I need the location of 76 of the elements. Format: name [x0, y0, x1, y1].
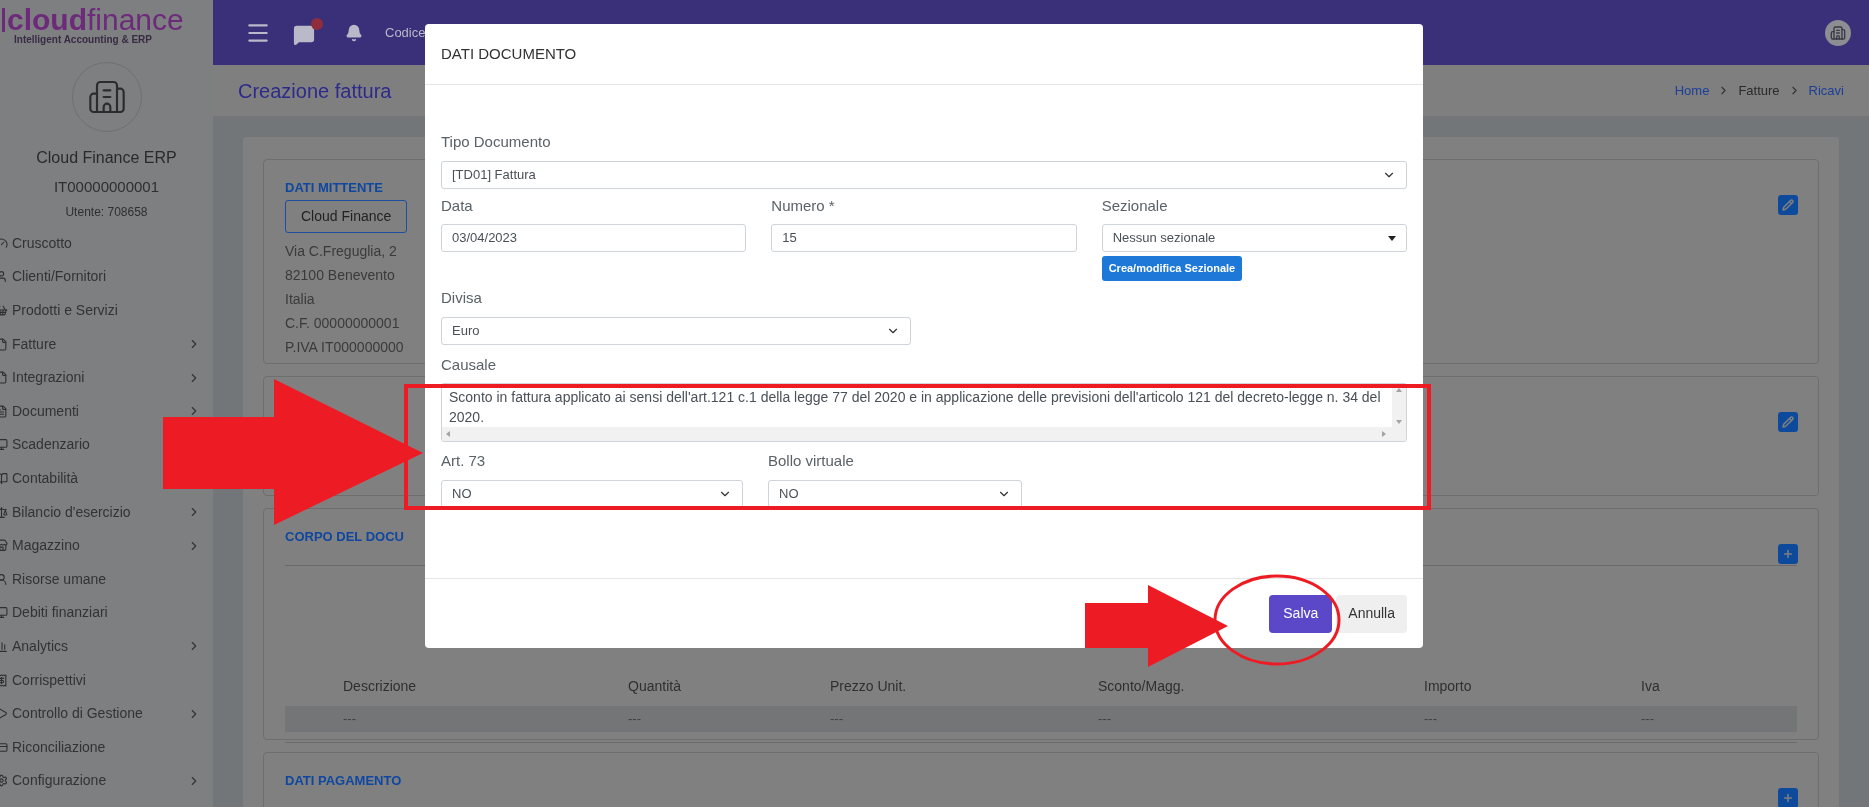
textarea-field[interactable]: Sconto in fattura applicato ai sensi dell'art.121 c.1 della legge 77 del 2020 e in applicazione delle previsioni dell'articolo 121 del decreto-legge n. 34 del 2020.: [441, 383, 1407, 442]
crea-sezionale-button[interactable]: Crea/modifica Sezionale: [1101, 256, 1243, 281]
caret-icon: [1388, 235, 1396, 241]
sidebar-item[interactable]: Configurazione: [12, 770, 107, 792]
company-avatar[interactable]: [1825, 19, 1851, 46]
field-label: Bollo virtuale: [768, 451, 855, 471]
table-cell-text: ---: [830, 709, 844, 728]
topbar-text: Codice: [385, 23, 426, 42]
breadcrumb-link[interactable]: Home: [1674, 80, 1710, 101]
brand-tagline: Intelligent Accounting & ERP: [13, 35, 153, 45]
sidebar-item[interactable]: Scadenzario: [12, 434, 90, 456]
table-cell-text: ---: [1641, 709, 1655, 728]
address-line: 82100 Benevento: [285, 265, 395, 285]
column-header: Quantità: [628, 676, 682, 696]
section-title: DATI MITTENTE: [285, 179, 384, 197]
select-field[interactable]: Euro: [441, 316, 911, 345]
sidebar-item[interactable]: Cruscotto: [12, 232, 72, 254]
field-label: Divisa: [441, 288, 483, 308]
field-label: Tipo Documento: [441, 132, 552, 152]
section-title: DATI PAGAMENTO: [285, 772, 403, 790]
table-cell-text: ---: [1424, 709, 1438, 728]
logo-bar-icon: [2, 8, 5, 32]
sidebar-item[interactable]: Contabilità: [12, 467, 79, 489]
sidebar-item[interactable]: Controllo di Gestione: [12, 703, 143, 725]
column-header: Prezzo Unit.: [830, 676, 908, 696]
sidebar-item[interactable]: Debiti finanziari: [12, 602, 108, 624]
sidebar-item[interactable]: Fatture: [12, 333, 57, 355]
sidebar-item[interactable]: Magazzino: [12, 535, 80, 557]
select-field[interactable]: [TD01] Fattura: [441, 160, 1407, 189]
select-field[interactable]: NO: [441, 479, 743, 508]
table-cell-text: ---: [343, 709, 357, 728]
field-label: Data: [441, 195, 474, 216]
save-button[interactable]: Salva: [1269, 594, 1333, 633]
sidebar-item[interactable]: Integrazioni: [12, 367, 85, 389]
bell-icon[interactable]: [345, 23, 363, 42]
sidebar-item[interactable]: Prodotti e Servizi: [12, 300, 118, 321]
sender-button[interactable]: Cloud Finance: [285, 199, 408, 233]
select-field[interactable]: Nessun sezionale: [1101, 224, 1407, 252]
chat-icon[interactable]: [293, 17, 323, 48]
field-label: Causale: [441, 354, 498, 375]
sidebar-item[interactable]: Risorse umane: [12, 568, 107, 590]
breadcrumb-item: Fatture: [1738, 81, 1780, 100]
column-header: Descrizione: [343, 676, 418, 696]
input-field[interactable]: 03/04/2023: [441, 224, 747, 252]
column-header: Sconto/Magg.: [1098, 676, 1186, 696]
column-header: Importo: [1424, 676, 1473, 696]
modal-title: DATI DOCUMENTO: [441, 43, 577, 64]
sidebar-item[interactable]: Bilancio d'esercizio: [12, 501, 131, 523]
sidebar-item[interactable]: Analytics: [12, 635, 69, 657]
sidebar-item[interactable]: Clienti/Fornitori: [12, 266, 107, 288]
company-name: Cloud Finance ERP: [36, 148, 177, 168]
breadcrumb-link[interactable]: Ricavi: [1808, 80, 1844, 101]
sidebar-item[interactable]: Corrispettivi: [12, 669, 86, 691]
column-header: Iva: [1641, 676, 1661, 696]
field-label: Numero *: [771, 195, 836, 216]
input-field[interactable]: 15: [771, 224, 1077, 252]
edit-icon[interactable]: [1778, 195, 1798, 215]
table-cell-text: ---: [1098, 709, 1112, 728]
select-field[interactable]: NO: [768, 479, 1022, 508]
field-label: Sezionale: [1101, 195, 1169, 216]
table-cell-text: ---: [628, 709, 642, 728]
field-label: Art. 73: [441, 451, 487, 471]
edit-icon[interactable]: [1778, 412, 1798, 432]
address-line: C.F. 00000000001: [285, 313, 400, 333]
page-title: Creazione fattura: [238, 78, 392, 104]
cancel-button[interactable]: Annulla: [1336, 594, 1407, 633]
company-vat: IT00000000001: [53, 177, 160, 197]
brand-logo: cloudfinance: [2, 5, 213, 35]
address-line: Italia: [285, 289, 315, 309]
sidebar-item[interactable]: Riconciliazione: [12, 736, 106, 758]
section-title: CORPO DEL DOCU: [285, 528, 405, 546]
user-id: Utente: 708658: [65, 203, 148, 221]
address-line: Via C.Freguglia, 2: [285, 241, 397, 261]
address-line: P.IVA IT000000000: [285, 337, 404, 357]
horizontal-scrollbar[interactable]: [442, 427, 1406, 441]
sidebar-item[interactable]: Documenti: [12, 400, 79, 422]
